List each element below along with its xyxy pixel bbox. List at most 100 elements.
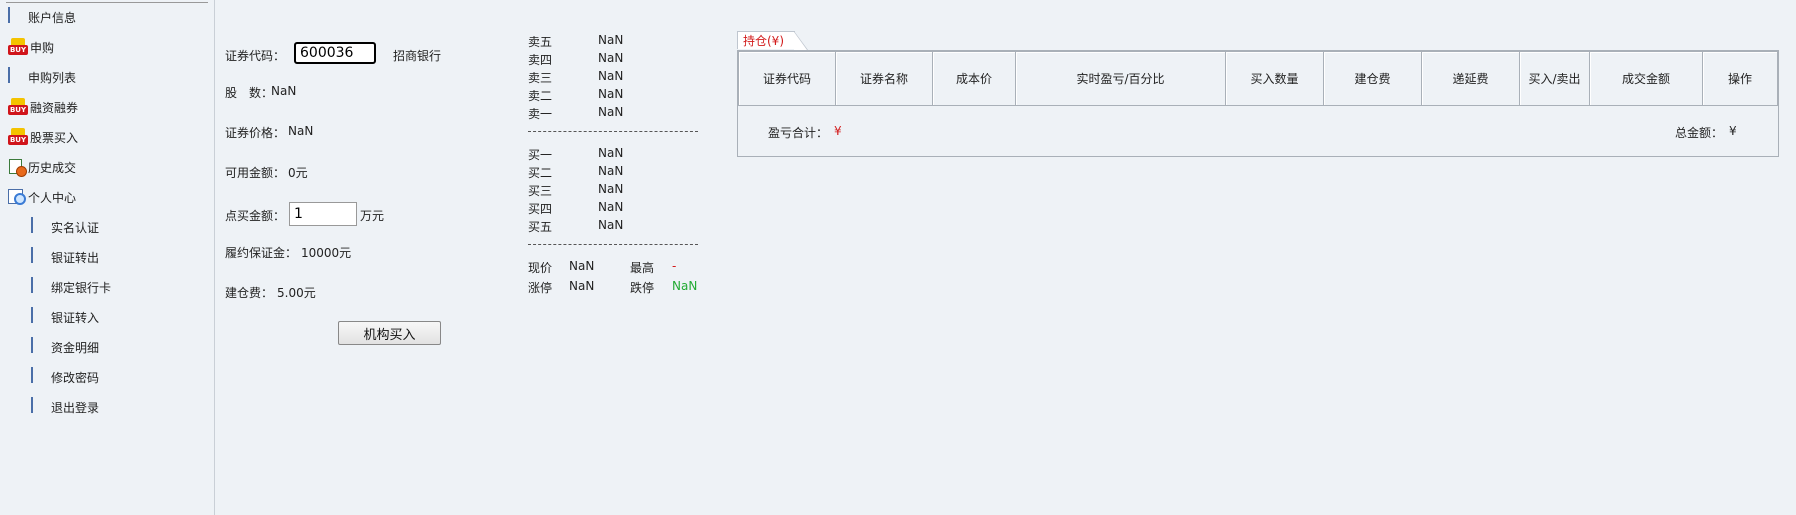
sidebar-item-bank-transfer-out[interactable]: 银证转出 xyxy=(31,246,99,268)
sidebar-item-account-info[interactable]: 账户信息 xyxy=(8,6,76,28)
col-header-open-fee: 建仓费 xyxy=(1323,51,1422,106)
buy5-value: NaN xyxy=(598,218,624,232)
buy-amount-input[interactable] xyxy=(289,202,357,226)
price-value: NaN xyxy=(288,124,314,138)
col-header-cost: 成本价 xyxy=(932,51,1016,106)
limit-up-label: 涨停 xyxy=(528,281,553,295)
col-header-qty: 买入数量 xyxy=(1225,51,1324,106)
sidebar-item-label: 银证转出 xyxy=(51,250,100,265)
col-header-name: 证券名称 xyxy=(835,51,933,106)
limit-down-label: 跌停 xyxy=(630,281,655,295)
sell1-label: 卖一 xyxy=(528,107,553,121)
sell2-label: 卖二 xyxy=(528,89,553,103)
limit-down-value: NaN xyxy=(672,279,698,293)
buy-icon: BUY xyxy=(8,38,28,56)
sidebar-item-real-name-auth[interactable]: 实名认证 xyxy=(31,216,99,238)
available-value: 0元 xyxy=(288,166,308,180)
stock-code-input[interactable] xyxy=(294,42,376,64)
high-price-label: 最高 xyxy=(630,261,655,275)
amount-unit: 万元 xyxy=(360,209,385,223)
fee-label: 建仓费： xyxy=(225,286,274,300)
holdings-panel: 证券代码 证券名称 成本价 实时盈亏/百分比 买入数量 建仓费 递延费 买入/卖… xyxy=(737,50,1779,157)
buy2-label: 买二 xyxy=(528,166,553,180)
sell1-value: NaN xyxy=(598,105,624,119)
document-icon xyxy=(8,7,10,23)
document-icon xyxy=(31,367,33,383)
buy3-label: 买三 xyxy=(528,184,553,198)
sidebar-item-label: 绑定银行卡 xyxy=(51,280,112,295)
document-icon xyxy=(31,247,33,263)
sidebar-item-stock-buy[interactable]: BUY 股票买入 xyxy=(8,126,78,148)
col-header-buy-sell: 买入/卖出 xyxy=(1519,51,1590,106)
sidebar-item-change-password[interactable]: 修改密码 xyxy=(31,366,99,388)
sidebar-item-fund-details[interactable]: 资金明细 xyxy=(31,336,99,358)
stock-name: 招商银行 xyxy=(393,49,442,63)
document-icon xyxy=(31,307,33,323)
total-amount-label: 总金额： xyxy=(1675,126,1724,140)
buy-icon: BUY xyxy=(8,98,28,116)
sidebar-item-label: 个人中心 xyxy=(28,190,77,205)
buy3-value: NaN xyxy=(598,182,624,196)
shares-label: 股 数： xyxy=(225,86,274,100)
sidebar-item-bank-transfer-in[interactable]: 银证转入 xyxy=(31,306,99,328)
price-label: 证券价格： xyxy=(225,126,286,140)
sidebar-item-margin-trading[interactable]: BUY 融资融券 xyxy=(8,96,78,118)
buy5-label: 买五 xyxy=(528,220,553,234)
high-price-value: - xyxy=(672,259,677,273)
shares-value: NaN xyxy=(271,84,297,98)
sidebar-top-divider xyxy=(6,2,208,3)
quote-divider xyxy=(528,131,698,132)
sidebar-item-subscribe-list[interactable]: 申购列表 xyxy=(8,66,76,88)
history-icon xyxy=(8,158,27,177)
sidebar-item-label: 申购列表 xyxy=(28,70,77,85)
sell4-label: 卖四 xyxy=(528,53,553,67)
col-header-deferral-fee: 递延费 xyxy=(1421,51,1520,106)
current-price-value: NaN xyxy=(569,259,595,273)
buy4-value: NaN xyxy=(598,200,624,214)
total-amount-value: ¥ xyxy=(1729,124,1737,138)
holdings-table: 证券代码 证券名称 成本价 实时盈亏/百分比 买入数量 建仓费 递延费 买入/卖… xyxy=(738,51,1778,106)
sidebar-item-label: 融资融券 xyxy=(30,100,79,115)
search-doc-icon xyxy=(8,188,26,206)
sidebar-item-label: 资金明细 xyxy=(51,340,100,355)
document-icon xyxy=(31,337,33,353)
document-icon xyxy=(31,217,33,233)
buy1-label: 买一 xyxy=(528,148,553,162)
sidebar-item-label: 退出登录 xyxy=(51,400,100,415)
amount-label: 点买金额： xyxy=(225,209,286,223)
sidebar-item-bind-bank-card[interactable]: 绑定银行卡 xyxy=(31,276,111,298)
institution-buy-button[interactable]: 机构买入 xyxy=(338,321,441,345)
sell3-label: 卖三 xyxy=(528,71,553,85)
sidebar-nav: 账户信息 BUY 申购 申购列表 BUY 融资融券 BUY 股票买入 历史成交 … xyxy=(0,0,215,515)
quote-divider xyxy=(528,244,698,245)
col-header-amount: 成交金额 xyxy=(1589,51,1703,106)
sidebar-item-label: 修改密码 xyxy=(51,370,100,385)
buy2-value: NaN xyxy=(598,164,624,178)
document-icon xyxy=(31,277,33,293)
sidebar-item-label: 银证转入 xyxy=(51,310,100,325)
sidebar-item-subscribe[interactable]: BUY 申购 xyxy=(8,36,54,58)
col-header-action: 操作 xyxy=(1702,51,1778,106)
code-label: 证券代码： xyxy=(225,49,286,63)
sidebar-item-label: 股票买入 xyxy=(30,130,79,145)
sell2-value: NaN xyxy=(598,87,624,101)
buy4-label: 买四 xyxy=(528,202,553,216)
buy-icon: BUY xyxy=(8,128,28,146)
tab-holdings[interactable]: 持仓(¥) xyxy=(737,31,808,50)
available-label: 可用金额： xyxy=(225,166,286,180)
sidebar-item-history[interactable]: 历史成交 xyxy=(8,156,76,178)
sell3-value: NaN xyxy=(598,69,624,83)
margin-label: 履约保证金： xyxy=(225,246,298,260)
current-price-label: 现价 xyxy=(528,261,553,275)
margin-value: 10000元 xyxy=(301,246,352,260)
sell4-value: NaN xyxy=(598,51,624,65)
col-header-code: 证券代码 xyxy=(738,51,836,106)
pnl-total-value: ¥ xyxy=(834,124,842,138)
sidebar-item-personal-center[interactable]: 个人中心 xyxy=(8,186,76,208)
pnl-total-label: 盈亏合计： xyxy=(768,126,829,140)
sidebar-item-label: 历史成交 xyxy=(28,160,77,175)
fee-value: 5.00元 xyxy=(277,286,316,300)
sidebar-item-label: 账户信息 xyxy=(28,10,77,25)
buy1-value: NaN xyxy=(598,146,624,160)
sidebar-item-logout[interactable]: 退出登录 xyxy=(31,396,99,418)
